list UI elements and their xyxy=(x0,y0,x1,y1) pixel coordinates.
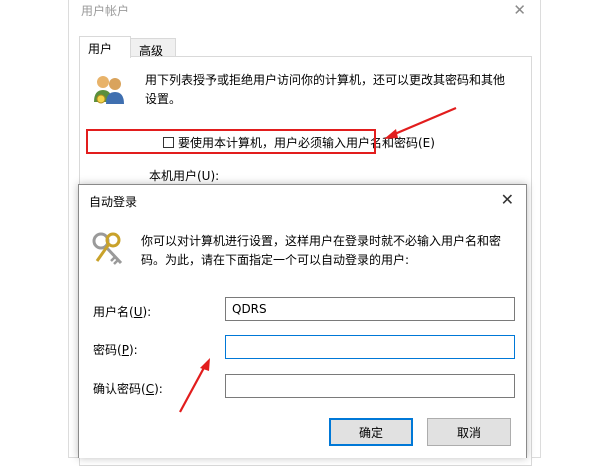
close-icon[interactable]: ✕ xyxy=(513,1,526,19)
username-input[interactable] xyxy=(225,297,515,321)
users-icon xyxy=(94,76,124,104)
confirm-password-label-text: 确认密码( xyxy=(93,382,146,396)
keys-icon xyxy=(92,232,123,265)
confirm-password-accesskey: C xyxy=(145,382,155,396)
confirm-password-label: 确认密码(C): xyxy=(93,380,163,397)
password-label: 密码(P): xyxy=(93,341,138,358)
password-accesskey: P xyxy=(121,343,129,357)
password-input[interactable] xyxy=(225,335,515,359)
password-label-text: 密码( xyxy=(93,343,122,357)
username-label: 用户名(U): xyxy=(93,303,151,320)
window-title: 用户帐户 xyxy=(81,4,130,18)
username-label-suffix: ): xyxy=(142,305,152,319)
tab-users[interactable]: 用户 xyxy=(79,36,131,58)
dialog-title: 自动登录 xyxy=(89,195,138,209)
annotation-highlight-box xyxy=(86,129,376,154)
red-arrow xyxy=(179,358,210,413)
auto-logon-dialog: 自动登录 ✕ 你可以对计算机进行设置，这样用户在登录时就不必输入用户名和密码。为… xyxy=(78,184,527,458)
confirm-password-label-suffix: ): xyxy=(154,382,163,396)
close-icon[interactable]: ✕ xyxy=(501,190,514,209)
ok-button[interactable]: 确定 xyxy=(329,418,413,446)
red-arrow xyxy=(384,106,457,139)
tab-advanced[interactable]: 高级 xyxy=(130,38,176,58)
password-label-suffix: ): xyxy=(128,343,138,357)
username-label-text: 用户名( xyxy=(93,305,134,319)
auto-logon-description: 你可以对计算机进行设置，这样用户在登录时就不必输入用户名和密码。为此，请在下面指… xyxy=(141,234,502,267)
cancel-button[interactable]: 取消 xyxy=(427,418,511,446)
confirm-password-input[interactable] xyxy=(225,374,515,398)
local-users-label: 本机用户(U): xyxy=(149,169,220,183)
